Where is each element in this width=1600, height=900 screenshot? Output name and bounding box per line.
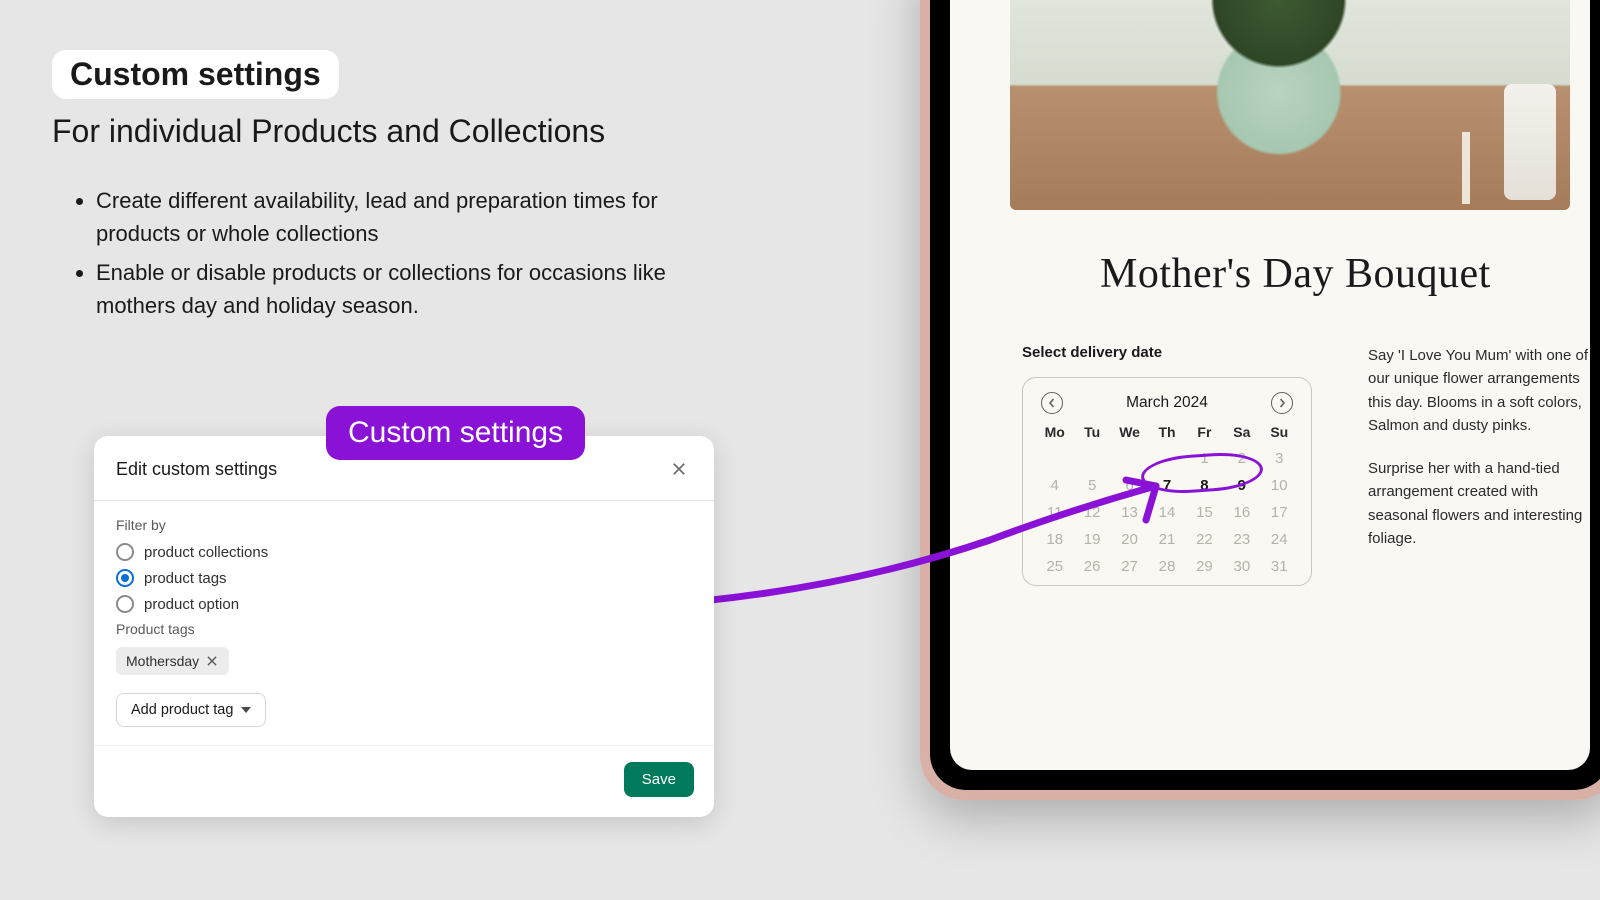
radio-label: product collections (144, 544, 268, 561)
calendar-day[interactable]: 18 (1037, 531, 1072, 548)
calendar-day[interactable]: 6 (1112, 477, 1147, 494)
calendar-day[interactable]: 3 (1262, 450, 1297, 467)
calendar-dow: We (1112, 424, 1147, 440)
calendar-day[interactable]: 16 (1224, 504, 1259, 521)
calendar-day[interactable]: 11 (1037, 504, 1072, 521)
calendar-day[interactable]: 28 (1149, 558, 1184, 575)
radio-product-option[interactable]: product option (116, 595, 692, 613)
calendar-day[interactable]: 12 (1074, 504, 1109, 521)
calendar-day[interactable]: 17 (1262, 504, 1297, 521)
radio-icon (116, 543, 134, 561)
radio-icon (116, 569, 134, 587)
calendar-day[interactable]: 21 (1149, 531, 1184, 548)
radio-product-tags[interactable]: product tags (116, 569, 692, 587)
calendar-dow: Sa (1224, 424, 1259, 440)
calendar-day[interactable]: 30 (1224, 558, 1259, 575)
custom-settings-badge: Custom settings (326, 406, 585, 460)
calendar-day[interactable]: 20 (1112, 531, 1147, 548)
calendar-day[interactable]: 19 (1074, 531, 1109, 548)
calendar-day[interactable]: 2 (1224, 450, 1259, 467)
product-tags-label: Product tags (116, 621, 692, 637)
calendar-day[interactable]: 26 (1074, 558, 1109, 575)
calendar-day[interactable]: 15 (1187, 504, 1222, 521)
remove-tag-icon[interactable] (205, 654, 219, 668)
calendar-day[interactable]: 4 (1037, 477, 1072, 494)
select-date-label: Select delivery date (1022, 344, 1312, 361)
feature-bullets: Create different availability, lead and … (96, 184, 802, 322)
calendar-day[interactable]: 29 (1187, 558, 1222, 575)
calendar-month: March 2024 (1126, 394, 1208, 412)
radio-label: product option (144, 596, 239, 613)
title-badge: Custom settings (52, 50, 339, 99)
calendar-day[interactable]: 8 (1187, 477, 1222, 494)
tablet-screen: Mother's Day Bouquet Select delivery dat… (950, 0, 1590, 770)
calendar-dow: Su (1262, 424, 1297, 440)
calendar-day (1037, 450, 1072, 467)
bullet-item: Enable or disable products or collection… (96, 256, 736, 322)
calendar-day[interactable]: 22 (1187, 531, 1222, 548)
calendar-day[interactable]: 7 (1149, 477, 1184, 494)
save-button[interactable]: Save (624, 762, 694, 797)
calendar-day[interactable]: 13 (1112, 504, 1147, 521)
page-subtitle: For individual Products and Collections (52, 113, 802, 150)
calendar-day[interactable]: 31 (1262, 558, 1297, 575)
calendar-dow: Tu (1074, 424, 1109, 440)
calendar-day[interactable]: 25 (1037, 558, 1072, 575)
description-paragraph: Surprise her with a hand-tied arrangemen… (1368, 457, 1590, 550)
tag-text: Mothersday (126, 653, 199, 669)
product-hero-image (1010, 0, 1570, 210)
tag-chip: Mothersday (116, 647, 229, 675)
filter-by-label: Filter by (116, 517, 692, 533)
calendar-dow: Fr (1187, 424, 1222, 440)
product-title: Mother's Day Bouquet (1100, 250, 1590, 298)
calendar-dow: Mo (1037, 424, 1072, 440)
calendar-day[interactable]: 1 (1187, 450, 1222, 467)
calendar-dow: Th (1149, 424, 1184, 440)
chevron-down-icon (241, 707, 251, 713)
add-tag-label: Add product tag (131, 702, 233, 718)
radio-product-collections[interactable]: product collections (116, 543, 692, 561)
add-product-tag-button[interactable]: Add product tag (116, 693, 266, 727)
description-paragraph: Say 'I Love You Mum' with one of our uni… (1368, 344, 1590, 437)
calendar-next-button[interactable] (1271, 392, 1293, 414)
radio-label: product tags (144, 570, 227, 587)
delivery-calendar: March 2024 MoTuWeThFrSaSu123456789101112… (1022, 377, 1312, 586)
calendar-day (1074, 450, 1109, 467)
bullet-item: Create different availability, lead and … (96, 184, 736, 250)
product-description: Say 'I Love You Mum' with one of our uni… (1368, 344, 1590, 586)
calendar-day[interactable]: 27 (1112, 558, 1147, 575)
modal-title: Edit custom settings (116, 459, 277, 480)
radio-icon (116, 595, 134, 613)
calendar-day[interactable]: 10 (1262, 477, 1297, 494)
calendar-day (1112, 450, 1147, 467)
calendar-prev-button[interactable] (1041, 392, 1063, 414)
calendar-day (1149, 450, 1184, 467)
close-icon[interactable] (666, 456, 692, 482)
calendar-day[interactable]: 5 (1074, 477, 1109, 494)
tablet-device: Mother's Day Bouquet Select delivery dat… (920, 0, 1600, 800)
calendar-day[interactable]: 9 (1224, 477, 1259, 494)
calendar-day[interactable]: 24 (1262, 531, 1297, 548)
edit-settings-modal: Edit custom settings Filter by product c… (94, 436, 714, 817)
calendar-day[interactable]: 23 (1224, 531, 1259, 548)
calendar-day[interactable]: 14 (1149, 504, 1184, 521)
